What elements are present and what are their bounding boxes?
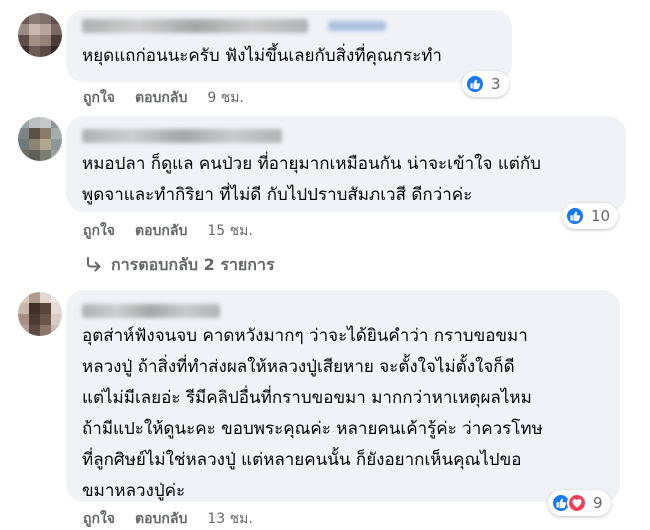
reply-arrow-icon (85, 256, 103, 276)
love-icon (567, 493, 587, 513)
author-name-redacted[interactable] (82, 304, 220, 318)
reaction-summary[interactable]: 3 (462, 71, 509, 97)
like-link[interactable]: ถูกใจ (83, 508, 115, 530)
avatar[interactable] (18, 13, 62, 57)
comment-bubble: หมอปลา ก็ดูแล คนป่วย ที่อายุมากเหมือนกัน… (66, 116, 626, 212)
like-link[interactable]: ถูกใจ (83, 220, 115, 242)
reaction-summary[interactable]: 10 (562, 203, 619, 229)
timestamp[interactable]: 9 ชม. (207, 87, 244, 109)
timestamp[interactable]: 13 ชม. (207, 508, 252, 530)
comment-text: อุตส่าห์ฟังจนจบ คาดหวังมากๆ ว่าจะได้ยินค… (82, 326, 543, 501)
author-badge-redacted (328, 21, 386, 31)
timestamp[interactable]: 15 ชม. (207, 220, 252, 242)
reply-link[interactable]: ตอบกลับ (135, 220, 187, 242)
comment-actions: ถูกใจ ตอบกลับ 13 ชม. (83, 508, 253, 530)
like-icon (565, 206, 585, 226)
reply-link[interactable]: ตอบกลับ (135, 508, 187, 530)
reply-link[interactable]: ตอบกลับ (135, 87, 187, 109)
avatar[interactable] (18, 292, 62, 336)
avatar[interactable] (18, 117, 62, 161)
like-icon (465, 74, 485, 94)
comment-actions: ถูกใจ ตอบกลับ 15 ชม. (83, 220, 253, 242)
comment-bubble: อุตส่าห์ฟังจนจบ คาดหวังมากๆ ว่าจะได้ยินค… (66, 290, 620, 502)
comment-text: หมอปลา ก็ดูแล คนป่วย ที่อายุมากเหมือนกัน… (82, 154, 541, 205)
like-link[interactable]: ถูกใจ (83, 87, 115, 109)
comment-actions: ถูกใจ ตอบกลับ 9 ชม. (83, 87, 244, 109)
reaction-count: 3 (491, 75, 501, 93)
comment-bubble: หยุดแถก่อนนะครับ ฟังไม่ขึ้นเลยกับสิ่งที่… (66, 10, 512, 82)
reaction-count: 9 (593, 494, 603, 512)
reaction-count: 10 (591, 207, 611, 225)
reaction-summary[interactable]: 9 (548, 490, 611, 516)
comment-text: หยุดแถก่อนนะครับ ฟังไม่ขึ้นเลยกับสิ่งที่… (82, 46, 442, 66)
view-replies-label[interactable]: การตอบกลับ 2 รายการ (111, 253, 275, 278)
author-name-redacted[interactable] (82, 19, 308, 33)
author-name-redacted[interactable] (82, 129, 282, 143)
view-replies-link[interactable]: การตอบกลับ 2 รายการ (85, 253, 275, 278)
